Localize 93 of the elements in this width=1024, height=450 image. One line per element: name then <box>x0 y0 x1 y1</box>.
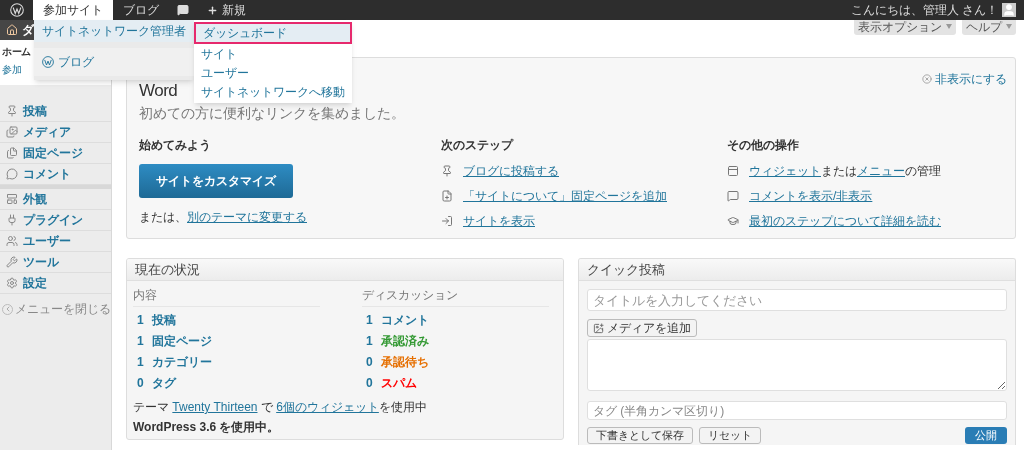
column-heading: 始めてみよう <box>139 137 211 154</box>
wordpress-logo-icon <box>9 3 24 17</box>
media-icon <box>593 322 604 334</box>
change-theme-text: または、別のテーマに変更する <box>139 209 307 226</box>
page-add-icon <box>441 190 453 202</box>
speech-bubble-icon <box>177 4 189 16</box>
next-step-link[interactable]: サイトを表示 <box>463 212 535 230</box>
count-text[interactable]: 0 <box>137 374 145 392</box>
next-step-link[interactable]: 「サイトについて」固定ページを追加 <box>463 187 667 205</box>
pin-icon <box>6 105 18 117</box>
stat-link[interactable]: スパム <box>381 374 417 392</box>
count-text[interactable]: 1 <box>137 353 145 371</box>
text-link[interactable]: Twenty Thirteen <box>172 400 258 414</box>
publish-button[interactable]: 公開 <box>965 427 1007 444</box>
plug-icon <box>6 214 18 226</box>
secondary-button[interactable]: リセット <box>699 427 761 444</box>
sidebar-item[interactable]: 投稿 <box>0 101 111 122</box>
dismiss-link[interactable]: 非表示にする <box>922 70 1007 88</box>
stat-link[interactable]: 承認済み <box>381 332 429 350</box>
wrench-icon <box>6 256 18 268</box>
dropdown-item[interactable]: サイトネットワーク管理者 <box>34 20 194 42</box>
count-text[interactable]: 1 <box>366 311 374 329</box>
column-heading: ディスカッション <box>362 286 549 307</box>
collapse-menu-button[interactable]: メニューを閉じる <box>0 300 111 318</box>
version-text: WordPress 3.6 を使用中。 <box>132 420 281 435</box>
users-icon <box>6 235 18 247</box>
count-text[interactable]: 1 <box>366 332 374 350</box>
layout-icon <box>6 193 18 205</box>
change-theme-link[interactable]: 別のテーマに変更する <box>187 210 307 224</box>
comments-icon <box>727 190 739 202</box>
sidebar-submenu-item[interactable]: ホーム <box>2 44 31 59</box>
close-icon <box>922 74 932 84</box>
column-heading: 次のステップ <box>441 137 515 154</box>
dropdown-item[interactable]: ブログ <box>34 48 194 76</box>
count-text[interactable]: 0 <box>366 353 374 371</box>
content-field[interactable] <box>587 339 1007 391</box>
submenu-item[interactable]: ユーザー <box>194 63 352 82</box>
submenu-item[interactable]: ダッシュボード <box>194 22 352 44</box>
stat-link[interactable]: タグ <box>152 374 176 392</box>
welcome-subtitle: 初めての方に便利なリンクを集めました。 <box>139 104 406 122</box>
panel-icon <box>727 165 739 177</box>
stat-link[interactable]: 承認待ち <box>381 353 429 371</box>
text-link[interactable]: コメントを表示/非表示 <box>749 189 873 203</box>
panel-header: 現在の状況 <box>127 259 563 281</box>
title-field[interactable]: タイトルを入力してください <box>587 289 1007 311</box>
theme-info-text: テーマ Twenty Thirteen で 6個のウィジェット を使用中 <box>133 400 427 414</box>
customize-site-button[interactable]: サイトをカスタマイズ <box>139 164 293 198</box>
sidebar-item[interactable]: メディア <box>0 122 111 143</box>
graduation-cap-icon <box>727 215 739 227</box>
pin-icon <box>441 165 453 177</box>
enter-icon <box>441 215 453 227</box>
admin-bar-menu[interactable]: 参加サイト <box>33 0 113 20</box>
action-text: ウィジェット またはメニューの管理 <box>749 163 941 180</box>
stat-link[interactable]: 固定ページ <box>152 332 212 350</box>
greeting-text[interactable]: こんにちは、管理人 さん！ <box>850 1 998 19</box>
images-icon <box>6 126 18 138</box>
sidebar-item[interactable]: 固定ページ <box>0 143 111 164</box>
submenu-item[interactable]: サイト <box>194 44 352 63</box>
stat-link[interactable]: コメント <box>381 311 429 329</box>
settings-icon <box>6 277 18 289</box>
sidebar-item[interactable]: ツール <box>0 252 111 273</box>
sidebar-item[interactable]: 設定 <box>0 273 111 294</box>
tags-field[interactable]: タグ (半角カンマ区切り) <box>587 401 1007 420</box>
count-text[interactable]: 1 <box>137 311 145 329</box>
panel-header: クイック投稿 <box>579 259 1015 281</box>
column-heading: 内容 <box>133 286 320 307</box>
welcome-title: Word <box>139 80 178 102</box>
sidebar-item[interactable]: プラグイン <box>0 210 111 231</box>
text-link[interactable]: メニュー <box>857 164 905 178</box>
secondary-button[interactable]: 下書きとして保存 <box>587 427 693 444</box>
stat-link[interactable]: 投稿 <box>152 311 176 329</box>
stat-link[interactable]: カテゴリー <box>152 353 212 371</box>
pages-icon <box>6 147 18 159</box>
count-text[interactable]: 1 <box>137 332 145 350</box>
next-step-link[interactable]: ブログに投稿する <box>463 162 559 180</box>
add-media-button[interactable]: メディアを追加 <box>587 319 697 337</box>
count-text[interactable]: 0 <box>366 374 374 392</box>
plus-icon <box>207 4 218 16</box>
caret-icon <box>946 24 952 29</box>
new-content-menu[interactable]: 新規 <box>197 0 256 20</box>
sidebar-submenu-item[interactable]: 参加 <box>2 62 21 77</box>
column-heading: その他の操作 <box>727 137 800 154</box>
admin-bar-menu[interactable]: ブログ <box>113 0 169 20</box>
text-link[interactable]: 6個のウィジェット <box>276 400 379 414</box>
wordpress-logo-icon <box>42 56 54 68</box>
sidebar-item[interactable]: 外観 <box>0 189 111 210</box>
sidebar-item[interactable]: ユーザー <box>0 231 111 252</box>
house-icon <box>6 24 18 36</box>
text-link[interactable]: 最初のステップについて詳細を読む <box>749 214 941 228</box>
text-link[interactable]: ウィジェット <box>749 164 821 178</box>
caret-icon <box>1006 24 1012 29</box>
speech-bubble-icon <box>6 168 18 180</box>
submenu-item[interactable]: サイトネットワークへ移動 <box>194 82 352 101</box>
